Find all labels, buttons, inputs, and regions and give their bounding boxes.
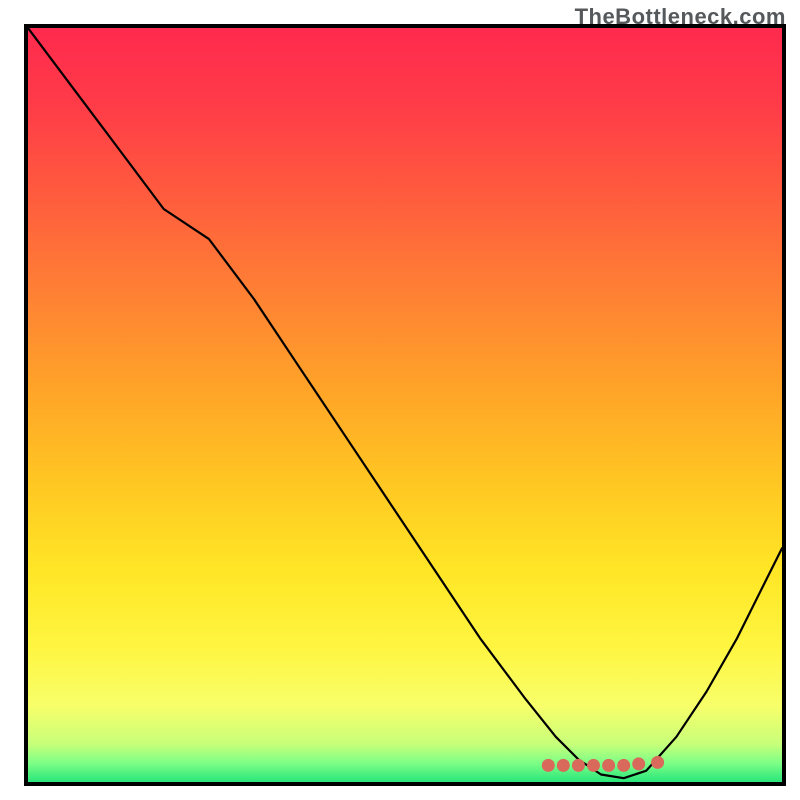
chart-stage: TheBottleneck.com (0, 0, 800, 800)
sweet-spot-dot (572, 759, 584, 771)
sweet-spot-dot (652, 756, 664, 768)
sweet-spot-dot (542, 759, 554, 771)
sweet-spot-dot (588, 759, 600, 771)
plot-area (28, 28, 782, 782)
sweet-spot-dot (633, 758, 645, 770)
watermark-text: TheBottleneck.com (575, 4, 786, 30)
gradient-background (28, 28, 782, 782)
sweet-spot-dot (618, 759, 630, 771)
plot-svg (28, 28, 782, 782)
sweet-spot-dot (603, 759, 615, 771)
sweet-spot-dot (557, 759, 569, 771)
